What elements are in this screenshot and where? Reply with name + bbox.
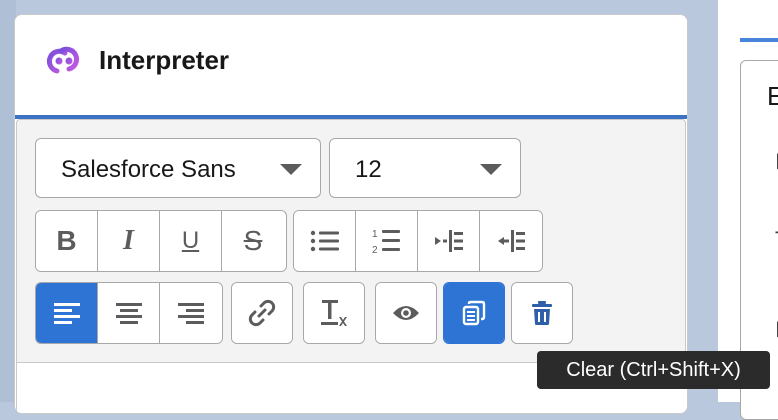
numbered-list-button[interactable]: 1 2 (356, 211, 418, 271)
font-size-select[interactable]: 12 (329, 138, 521, 198)
indent-icon (434, 230, 463, 252)
numbered-list-icon: 1 2 (372, 229, 400, 255)
right-panel-box-title: E (767, 81, 778, 111)
align-center-icon (115, 303, 142, 324)
align-right-icon (178, 303, 204, 324)
alignment-button-group (35, 282, 223, 344)
strikethrough-icon: S (243, 225, 263, 256)
chevron-down-icon (480, 164, 502, 175)
font-size-value: 12 (355, 156, 382, 183)
italic-button[interactable]: I (98, 211, 160, 271)
delete-button[interactable] (512, 283, 572, 343)
clear-formatting-button[interactable] (304, 283, 364, 343)
outdent-icon (498, 230, 525, 252)
card-header: Interpreter (15, 15, 687, 119)
align-left-button[interactable] (36, 283, 98, 343)
list-button-group: 1 2 (293, 210, 543, 272)
align-center-button[interactable] (98, 283, 160, 343)
clear-formatting-icon (321, 300, 347, 326)
align-left-icon (53, 303, 80, 324)
format-button-group: B I U S (35, 210, 287, 272)
delete-button-group (511, 282, 573, 344)
copy-button-group (443, 282, 505, 344)
link-button[interactable] (232, 283, 292, 343)
underline-button[interactable]: U (160, 211, 222, 271)
svg-text:1: 1 (372, 229, 378, 240)
right-panel-tab-indicator (740, 38, 778, 42)
preview-button-group (375, 282, 437, 344)
eye-icon (393, 306, 419, 320)
clear-formatting-button-group (303, 282, 365, 344)
font-family-value: Salesforce Sans (61, 156, 236, 183)
indent-button[interactable] (418, 211, 480, 271)
tooltip: Clear (Ctrl+Shift+X) (537, 351, 770, 389)
interpreter-logo-icon (46, 46, 80, 74)
italic-icon: I (123, 225, 134, 256)
align-right-button[interactable] (160, 283, 222, 343)
svg-text:2: 2 (372, 245, 378, 255)
preview-button[interactable] (376, 283, 436, 343)
bulleted-list-icon (310, 230, 339, 252)
underline-icon: U (181, 227, 200, 254)
right-panel: F E I T I (718, 0, 778, 420)
font-family-select[interactable]: Salesforce Sans (35, 138, 321, 198)
link-icon (248, 299, 276, 327)
trash-icon (532, 301, 552, 325)
bold-button[interactable]: B (36, 211, 98, 271)
link-button-group (231, 282, 293, 344)
strikethrough-button[interactable]: S (222, 211, 284, 271)
copy-icon (462, 300, 486, 326)
chevron-down-icon (280, 164, 302, 175)
outdent-button[interactable] (480, 211, 542, 271)
copy-button[interactable] (444, 283, 504, 343)
bulleted-list-button[interactable] (294, 211, 356, 271)
app-title: Interpreter (99, 45, 230, 75)
bold-icon: B (56, 225, 77, 256)
